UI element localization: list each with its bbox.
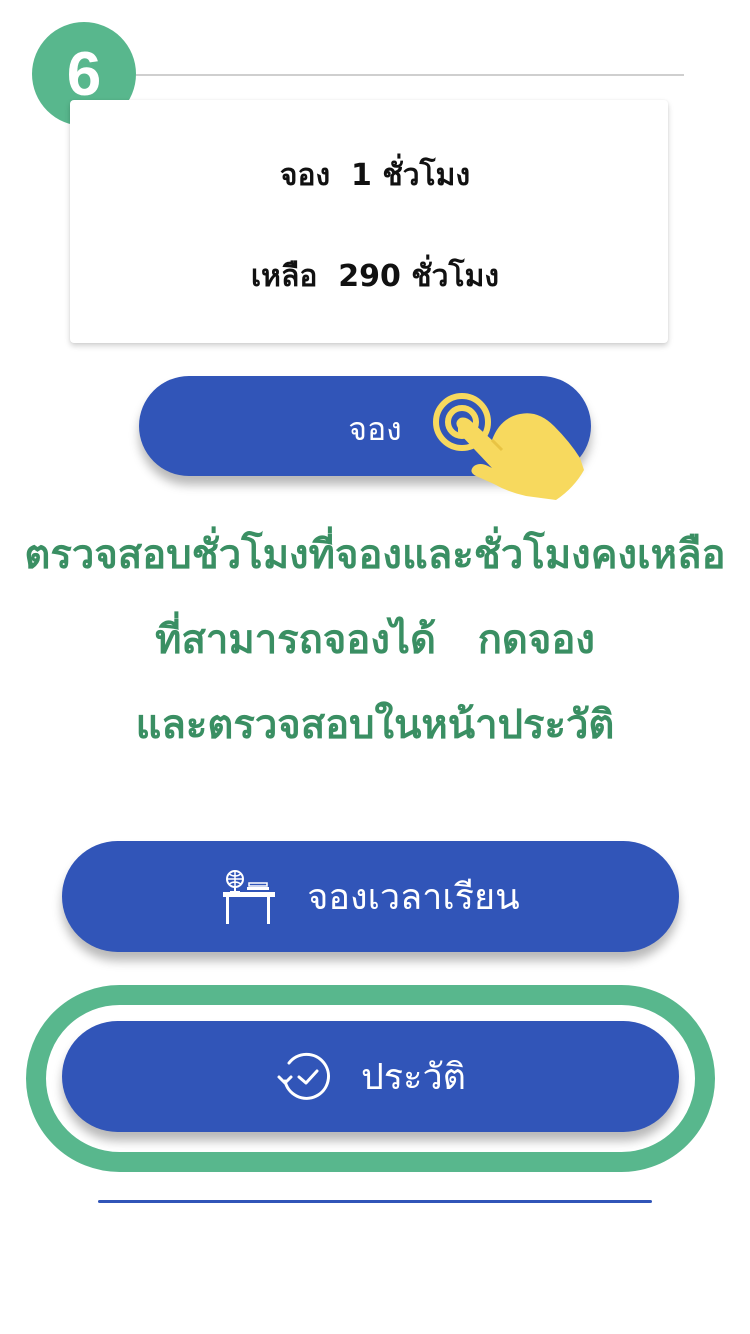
history-label: ประวัติ <box>360 1057 467 1098</box>
history-clock-icon <box>277 1052 330 1100</box>
next-menu-button-edge <box>98 1200 652 1203</box>
remaining-hours-text: เหลือ 290 ชั่วโมง <box>250 259 500 294</box>
tap-hand-icon <box>433 393 584 500</box>
instruction-line-1: ตรวจสอบชั่วโมงที่จองและชั่วโมงคงเหลือ <box>24 532 726 578</box>
step-divider <box>136 74 684 76</box>
step-number: 6 <box>66 39 102 109</box>
study-desk-icon <box>223 869 276 924</box>
history-button[interactable]: ประวัติ <box>62 1021 679 1132</box>
booking-summary-card <box>70 100 668 343</box>
instruction-line-2: ที่สามารถจองได้ กดจอง <box>155 617 595 663</box>
instruction-line-3: และตรวจสอบในหน้าประวัติ <box>135 702 615 748</box>
book-study-time-button[interactable]: จองเวลาเรียน <box>62 841 679 952</box>
reserve-button-label: จอง <box>348 410 402 448</box>
book-study-time-label: จองเวลาเรียน <box>307 877 520 918</box>
booked-hours-text: จอง 1 ชั่วโมง <box>279 158 471 193</box>
